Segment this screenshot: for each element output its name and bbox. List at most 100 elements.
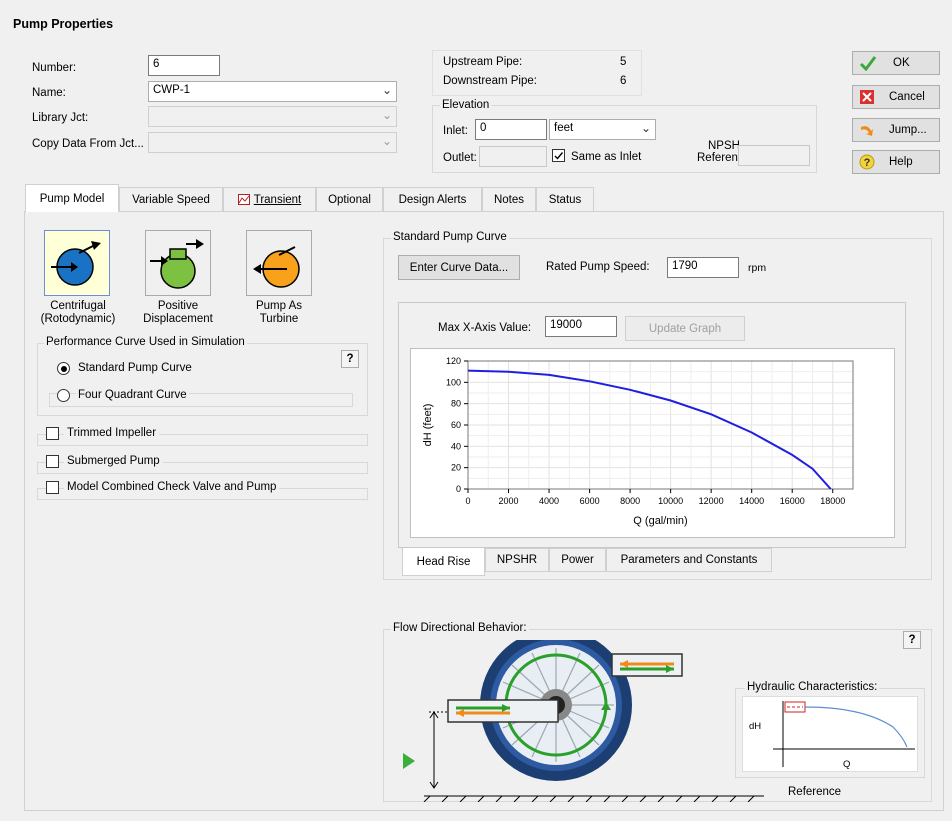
- submerged-pump-checkbox[interactable]: [46, 455, 59, 468]
- tab-variable-speed[interactable]: Variable Speed: [119, 187, 223, 211]
- performance-help-button[interactable]: ?: [341, 350, 359, 368]
- rated-speed-label: Rated Pump Speed:: [546, 261, 650, 273]
- tab-head-rise[interactable]: Head Rise: [402, 548, 485, 576]
- tab-status[interactable]: Status: [536, 187, 594, 211]
- trimmed-impeller-checkbox[interactable]: [46, 427, 59, 440]
- pump-as-turbine-icon: [253, 246, 300, 288]
- x-tick-label: 14000: [739, 496, 764, 506]
- x-axis-label: Q (gal/min): [633, 515, 687, 527]
- trimmed-impeller-label: Trimmed Impeller: [64, 427, 160, 439]
- standard-pump-curve-title: Standard Pump Curve: [391, 231, 509, 243]
- same-as-inlet-checkbox[interactable]: [552, 149, 565, 162]
- upstream-pipe-value: 5: [620, 56, 627, 68]
- downstream-pipe-value: 6: [620, 75, 627, 87]
- positive-displacement-icon: [150, 239, 204, 289]
- update-graph-button[interactable]: Update Graph: [625, 316, 745, 341]
- outlet-elevation-field[interactable]: [479, 146, 547, 167]
- inlet-elevation-field[interactable]: 0: [475, 119, 547, 140]
- rated-speed-unit: rpm: [748, 262, 767, 274]
- tab-power[interactable]: Power: [549, 548, 606, 572]
- elevation-unit-value: feet: [554, 122, 574, 134]
- max-x-axis-field[interactable]: 19000: [545, 316, 617, 337]
- performance-curve-title: Performance Curve Used in Simulation: [44, 336, 247, 348]
- number-label: Number:: [32, 62, 77, 74]
- x-tick-label: 8000: [620, 496, 640, 506]
- positive-displacement-button[interactable]: [145, 230, 211, 296]
- cancel-button[interactable]: Cancel: [852, 85, 940, 109]
- tab-notes[interactable]: Notes: [482, 187, 536, 211]
- number-field[interactable]: 6: [148, 55, 220, 76]
- library-label: Library Jct:: [32, 112, 89, 124]
- chevron-down-icon: ⌄: [381, 83, 392, 97]
- head-rise-chart: 0 2000 4000 6000 8000 10000 12000 14000 16000 180…: [422, 356, 854, 527]
- tab-design-alerts[interactable]: Design Alerts: [383, 187, 482, 211]
- chevron-down-icon: ⌄: [640, 121, 651, 135]
- help-label: Help: [889, 156, 913, 168]
- hydraulic-characteristics-title: Hydraulic Characteristics:: [745, 681, 880, 693]
- y-tick-label: 20: [451, 463, 461, 473]
- x-tick-label: 2000: [499, 496, 519, 506]
- jump-button[interactable]: Jump...: [852, 118, 940, 142]
- x-tick-label: 16000: [780, 496, 805, 506]
- npsh-label-1: NPSH: [708, 140, 740, 152]
- outlet-label: Outlet:: [443, 152, 477, 164]
- update-graph-label: Update Graph: [648, 322, 722, 335]
- inlet-label: Inlet:: [443, 125, 468, 137]
- name-value: CWP-1: [153, 84, 191, 96]
- tab-label: Pump Model: [39, 192, 105, 205]
- centrifugal-pump-icon: [51, 241, 101, 286]
- four-quadrant-radio[interactable]: [57, 389, 70, 402]
- centrifugal-pump-button[interactable]: [44, 230, 110, 296]
- hydraulic-curve-graphic: [773, 701, 915, 767]
- y-tick-label: 100: [446, 377, 461, 387]
- library-dropdown[interactable]: ⌄: [148, 106, 397, 127]
- rated-speed-field[interactable]: 1790: [667, 257, 739, 278]
- chevron-down-icon: ⌄: [381, 134, 392, 148]
- help-question-mark: ?: [346, 353, 354, 365]
- name-label: Name:: [32, 87, 66, 99]
- tab-transient[interactable]: Transient: [223, 187, 316, 211]
- y-tick-label: 120: [446, 356, 461, 366]
- tab-npshr[interactable]: NPSHR: [485, 548, 549, 572]
- y-tick-label: 60: [451, 420, 461, 430]
- mini-dh-label: dH: [749, 721, 762, 732]
- tab-label: Head Rise: [416, 555, 471, 568]
- y-tick-label: 80: [451, 399, 461, 409]
- elevation-title: Elevation: [440, 99, 492, 111]
- x-tick-label: 10000: [658, 496, 683, 506]
- pat-label-2: Turbine: [259, 313, 299, 325]
- transient-chart-icon: [237, 194, 250, 205]
- x-tick-label: 4000: [539, 496, 559, 506]
- pump-as-turbine-button[interactable]: [246, 230, 312, 296]
- y-tick-label: 40: [451, 441, 461, 451]
- x-tick-label: 12000: [699, 496, 724, 506]
- tab-label: Design Alerts: [398, 193, 467, 206]
- standard-pump-curve-radio[interactable]: [57, 362, 70, 375]
- pd-label-2: Displacement: [143, 313, 213, 325]
- tab-optional[interactable]: Optional: [316, 187, 383, 211]
- enter-curve-data-button[interactable]: Enter Curve Data...: [398, 255, 520, 280]
- pd-label-1: Positive: [157, 300, 199, 312]
- tab-label: NPSHR: [496, 554, 538, 566]
- tab-label: Power: [561, 554, 594, 566]
- elevation-unit-dropdown[interactable]: feet ⌄: [549, 119, 656, 140]
- npsh-reference-field[interactable]: [738, 145, 810, 166]
- jump-label: Jump...: [889, 124, 927, 136]
- y-tick-label: 0: [456, 484, 461, 494]
- flow-behavior-title: Flow Directional Behavior:: [391, 622, 529, 634]
- checkmark-icon: [859, 56, 877, 71]
- copy-data-dropdown[interactable]: ⌄: [148, 132, 397, 153]
- check-valve-checkbox[interactable]: [46, 481, 59, 494]
- max-x-axis-label: Max X-Axis Value:: [438, 322, 532, 334]
- tab-pump-model[interactable]: Pump Model: [25, 184, 119, 212]
- ok-button[interactable]: OK: [852, 51, 940, 75]
- name-dropdown[interactable]: CWP-1 ⌄: [148, 81, 397, 102]
- same-as-inlet-label: Same as Inlet: [571, 151, 642, 163]
- submerged-pump-label: Submerged Pump: [64, 455, 163, 467]
- reference-label: Reference: [788, 786, 842, 798]
- tab-label: Notes: [493, 193, 525, 206]
- cancel-icon: [860, 90, 874, 104]
- help-button[interactable]: ? Help: [852, 150, 940, 174]
- centrifugal-label-1: Centrifugal: [50, 300, 106, 312]
- tab-parameters-constants[interactable]: Parameters and Constants: [606, 548, 772, 572]
